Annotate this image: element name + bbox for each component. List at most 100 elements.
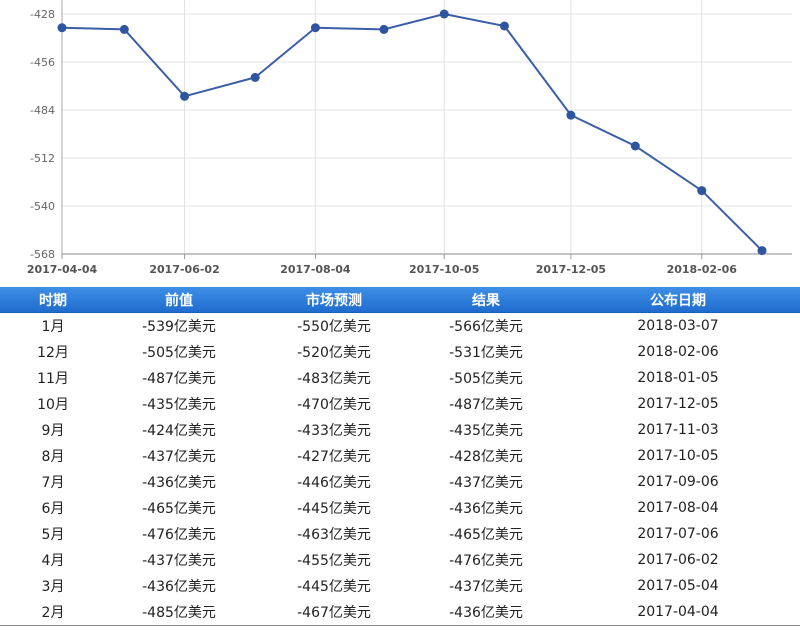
cell-release-date: 2017-09-06	[637, 474, 719, 490]
cell-actual: -437亿美元	[449, 475, 523, 491]
data-point	[57, 23, 67, 33]
cell-previous: -485亿美元	[106, 599, 252, 626]
cell-actual: -436亿美元	[449, 501, 523, 517]
data-point	[757, 246, 767, 256]
chart-grid	[61, 0, 792, 255]
cell-actual: -435亿美元	[449, 423, 523, 439]
x-tick-label: 2017-06-02	[149, 263, 219, 276]
cell-period: 1月	[41, 319, 65, 335]
chart-axes	[61, 0, 792, 259]
cell-actual: -505亿美元	[449, 371, 523, 387]
chart-tick-labels: -428 -456 -484 -512 -540 -568 2017-04-04 2017-0…	[27, 8, 737, 276]
cell-previous: -437亿美元	[142, 449, 216, 465]
cell-previous: -505亿美元	[142, 345, 216, 361]
cell-forecast: -433亿美元	[297, 423, 371, 439]
y-tick-label: -512	[30, 152, 55, 165]
data-point	[630, 141, 640, 151]
x-tick-label: 2017-12-05	[536, 263, 606, 276]
data-point	[499, 21, 509, 31]
y-tick-label: -484	[30, 104, 55, 117]
table-row: 11月 -487亿美元 -483亿美元 -505亿美元 2018-01-05	[0, 365, 800, 391]
cell-forecast: -467亿美元	[252, 599, 416, 626]
x-tick-label: 2017-10-05	[409, 263, 479, 276]
cell-release-date: 2018-03-07	[637, 318, 719, 334]
cell-forecast: -455亿美元	[297, 553, 371, 569]
cell-period: 7月	[41, 475, 65, 491]
cell-actual: -437亿美元	[449, 579, 523, 595]
column-header-forecast: 市场预测	[252, 287, 416, 313]
cell-forecast: -445亿美元	[297, 501, 371, 517]
cell-forecast: -463亿美元	[297, 527, 371, 543]
y-tick-label: -428	[30, 8, 55, 21]
cell-period: 2月	[0, 599, 106, 626]
table-row: 10月 -435亿美元 -470亿美元 -487亿美元 2017-12-05	[0, 391, 800, 417]
y-tick-label: -456	[30, 56, 55, 69]
cell-period: 12月	[37, 345, 69, 361]
data-point	[250, 72, 260, 82]
cell-release-date: 2018-01-05	[637, 370, 719, 386]
table-row: 1月 -539亿美元 -550亿美元 -566亿美元 2018-03-07	[0, 313, 800, 340]
x-tick-label: 2017-08-04	[280, 263, 351, 276]
cell-release-date: 2017-08-04	[637, 500, 719, 516]
cell-forecast: -550亿美元	[297, 319, 371, 335]
y-tick-label: -540	[30, 200, 55, 213]
table-row: 2月 -485亿美元 -467亿美元 -436亿美元 2017-04-04	[0, 599, 800, 626]
y-tick-label: -568	[30, 248, 55, 261]
cell-period: 8月	[41, 449, 65, 465]
cell-forecast: -427亿美元	[297, 449, 371, 465]
table-row: 12月 -505亿美元 -520亿美元 -531亿美元 2018-02-06	[0, 339, 800, 365]
cell-release-date: 2017-10-05	[637, 448, 719, 464]
cell-release-date: 2018-02-06	[637, 344, 719, 360]
data-point	[439, 9, 449, 19]
cell-release-date: 2017-04-04	[556, 599, 800, 626]
cell-previous: -487亿美元	[142, 371, 216, 387]
line-chart: -428 -456 -484 -512 -540 -568 2017-04-04 2017-0…	[27, 0, 792, 276]
cell-period: 6月	[41, 501, 65, 517]
table-header-row: 时期 前值 市场预测 结果 公布日期	[0, 287, 800, 313]
column-header-previous: 前值	[106, 287, 252, 313]
cell-release-date: 2017-12-05	[637, 396, 719, 412]
series-line	[61, 12, 763, 252]
table-row: 5月 -476亿美元 -463亿美元 -465亿美元 2017-07-06	[0, 521, 800, 547]
cell-previous: -476亿美元	[142, 527, 216, 543]
data-point	[566, 110, 576, 120]
cell-actual: -436亿美元	[416, 599, 556, 626]
cell-release-date: 2017-11-03	[637, 422, 719, 438]
cell-period: 5月	[41, 527, 65, 543]
table-row: 6月 -465亿美元 -445亿美元 -436亿美元 2017-08-04	[0, 495, 800, 521]
data-point	[697, 186, 707, 196]
table-row: 9月 -424亿美元 -433亿美元 -435亿美元 2017-11-03	[0, 417, 800, 443]
table-body: 1月 -539亿美元 -550亿美元 -566亿美元 2018-03-07 12月 -505…	[0, 313, 800, 626]
cell-previous: -436亿美元	[142, 579, 216, 595]
cell-actual: -476亿美元	[449, 553, 523, 569]
chart-series	[57, 9, 767, 256]
cell-release-date: 2017-05-04	[637, 578, 719, 594]
cell-release-date: 2017-07-06	[637, 526, 719, 542]
data-point	[379, 24, 389, 34]
cell-release-date: 2017-06-02	[637, 552, 719, 568]
cell-period: 10月	[37, 397, 69, 413]
cell-actual: -531亿美元	[449, 345, 523, 361]
cell-period: 4月	[41, 553, 65, 569]
cell-previous: -465亿美元	[142, 501, 216, 517]
column-header-period: 时期	[0, 287, 106, 313]
cell-period: 9月	[41, 423, 65, 439]
x-tick-label: 2017-04-04	[27, 263, 98, 276]
cell-period: 11月	[37, 371, 69, 387]
cell-previous: -539亿美元	[142, 319, 216, 335]
cell-actual: -566亿美元	[449, 319, 523, 335]
column-header-release-date: 公布日期	[556, 287, 800, 313]
data-point	[119, 24, 129, 34]
table-row: 4月 -437亿美元 -455亿美元 -476亿美元 2017-06-02	[0, 547, 800, 573]
cell-forecast: -520亿美元	[297, 345, 371, 361]
column-header-actual: 结果	[416, 287, 556, 313]
table-row: 8月 -437亿美元 -427亿美元 -428亿美元 2017-10-05	[0, 443, 800, 469]
cell-actual: -487亿美元	[449, 397, 523, 413]
cell-previous: -437亿美元	[142, 553, 216, 569]
data-point	[180, 91, 190, 101]
cell-actual: -465亿美元	[449, 527, 523, 543]
x-tick-label: 2018-02-06	[667, 263, 738, 276]
cell-previous: -435亿美元	[142, 397, 216, 413]
data-table: 时期 前值 市场预测 结果 公布日期 1月 -539亿美元 -550亿美元 -566亿…	[0, 287, 800, 626]
table-row: 3月 -436亿美元 -445亿美元 -437亿美元 2017-05-04	[0, 573, 800, 599]
